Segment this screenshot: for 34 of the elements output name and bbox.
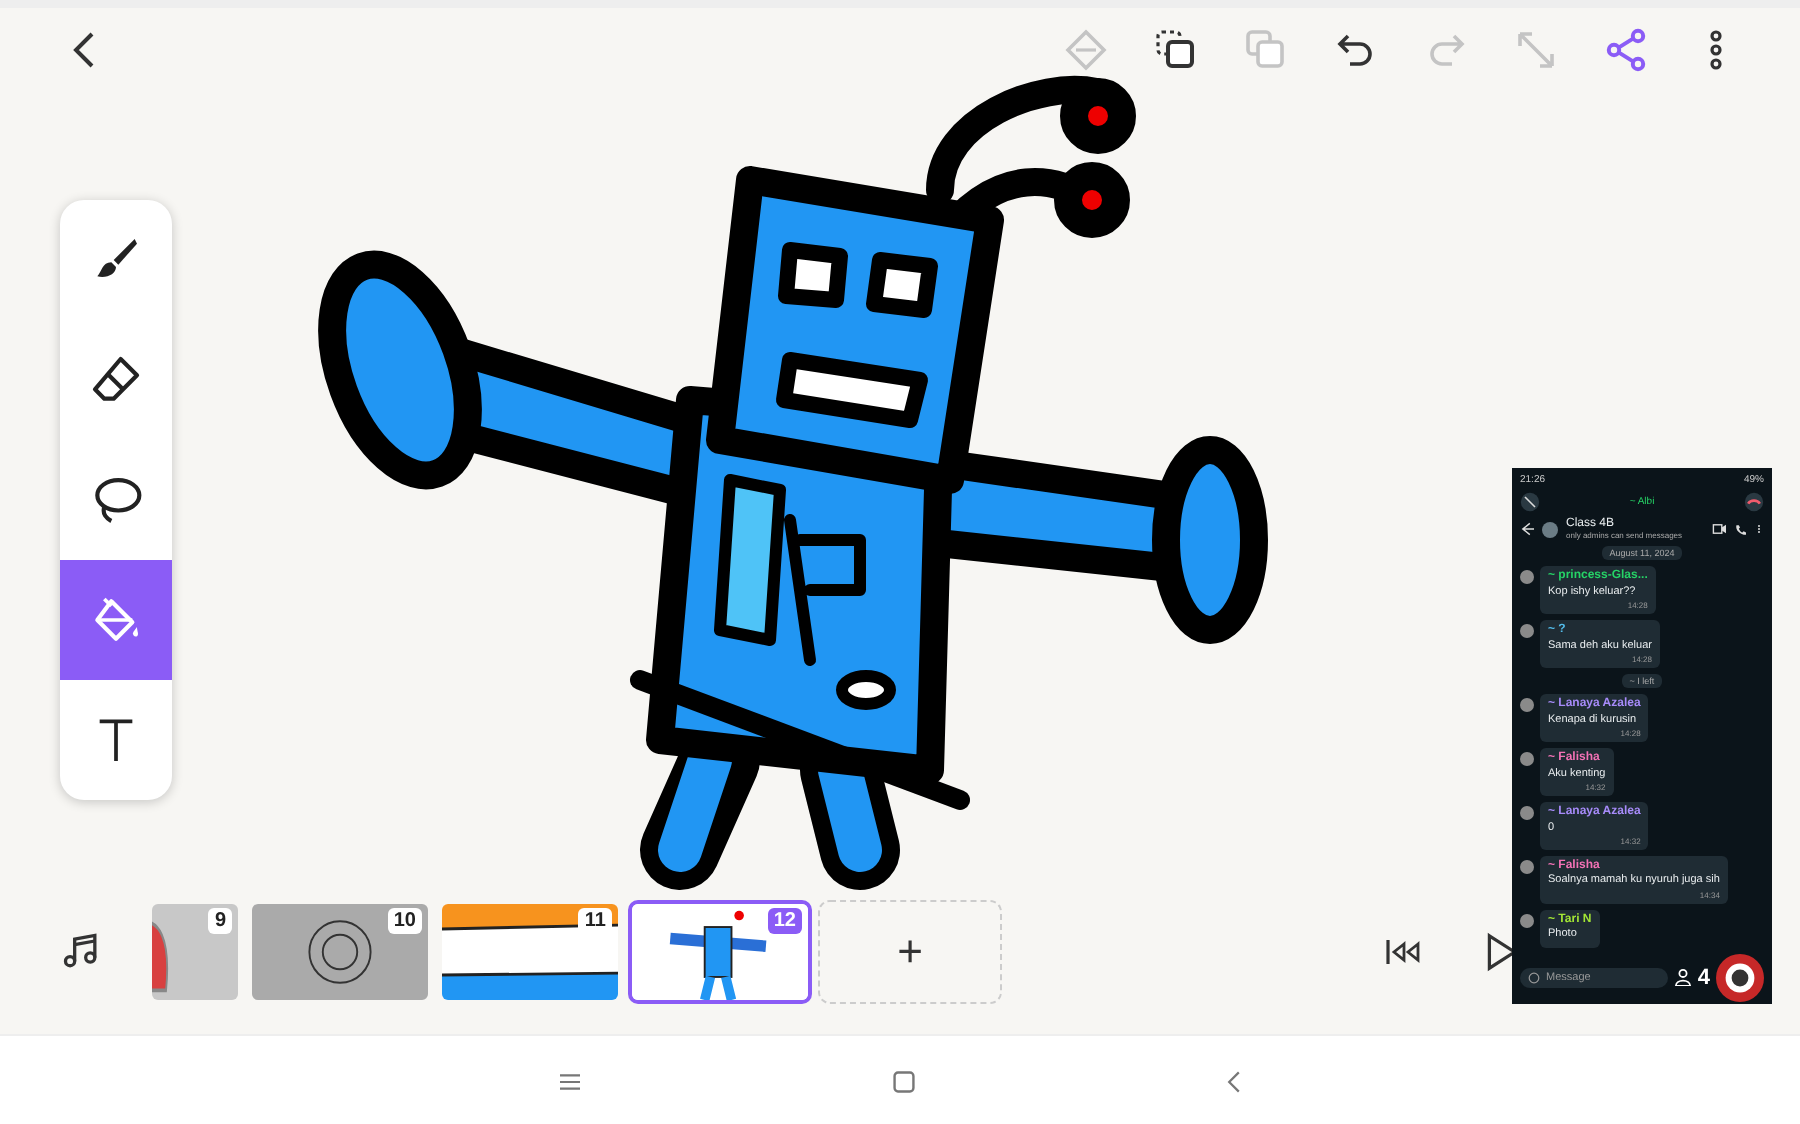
muted-mic-icon[interactable]: [1520, 492, 1540, 512]
avatar-icon: [1520, 751, 1534, 766]
home-icon[interactable]: [892, 1069, 916, 1093]
avatar-icon[interactable]: [1716, 953, 1764, 1002]
chat-window[interactable]: [1512, 468, 1772, 1004]
avatar-icon: [1520, 913, 1534, 928]
animation-frame[interactable]: 11: [438, 900, 622, 1004]
frame-number: 11: [578, 908, 612, 934]
avatar-icon: [1520, 859, 1534, 874]
avatar-icon: [1520, 570, 1534, 584]
person-icon[interactable]: [1673, 968, 1692, 987]
frame-thumbnail: [152, 904, 238, 1000]
avatar-icon: [1520, 805, 1534, 820]
rewind-icon[interactable]: [1384, 934, 1424, 970]
group-avatar-icon: [1542, 521, 1558, 537]
duplicate-icon[interactable]: [1152, 25, 1200, 73]
animation-frame[interactable]: 10: [248, 900, 432, 1004]
animation-frame[interactable]: 9: [148, 900, 242, 1004]
avatar-icon: [1520, 623, 1534, 638]
frame-number: 9: [208, 908, 232, 934]
participant-count: 4: [1697, 965, 1710, 990]
back-arrow-icon[interactable]: [1520, 522, 1534, 536]
back-icon[interactable]: [68, 27, 96, 71]
share-icon[interactable]: [1602, 25, 1650, 73]
video-call-icon[interactable]: [1712, 522, 1726, 536]
avatar-icon: [1520, 697, 1534, 712]
frame-number: 10: [387, 908, 422, 934]
add-frame-button[interactable]: +: [818, 900, 1002, 1004]
end-call-icon[interactable]: [1744, 492, 1764, 512]
emoji-icon: [1528, 971, 1540, 984]
menu-icon[interactable]: [558, 1071, 582, 1091]
phone-call-icon[interactable]: [1734, 523, 1746, 535]
animation-frame[interactable]: 12: [628, 900, 812, 1004]
frame-number: 12: [767, 908, 802, 934]
